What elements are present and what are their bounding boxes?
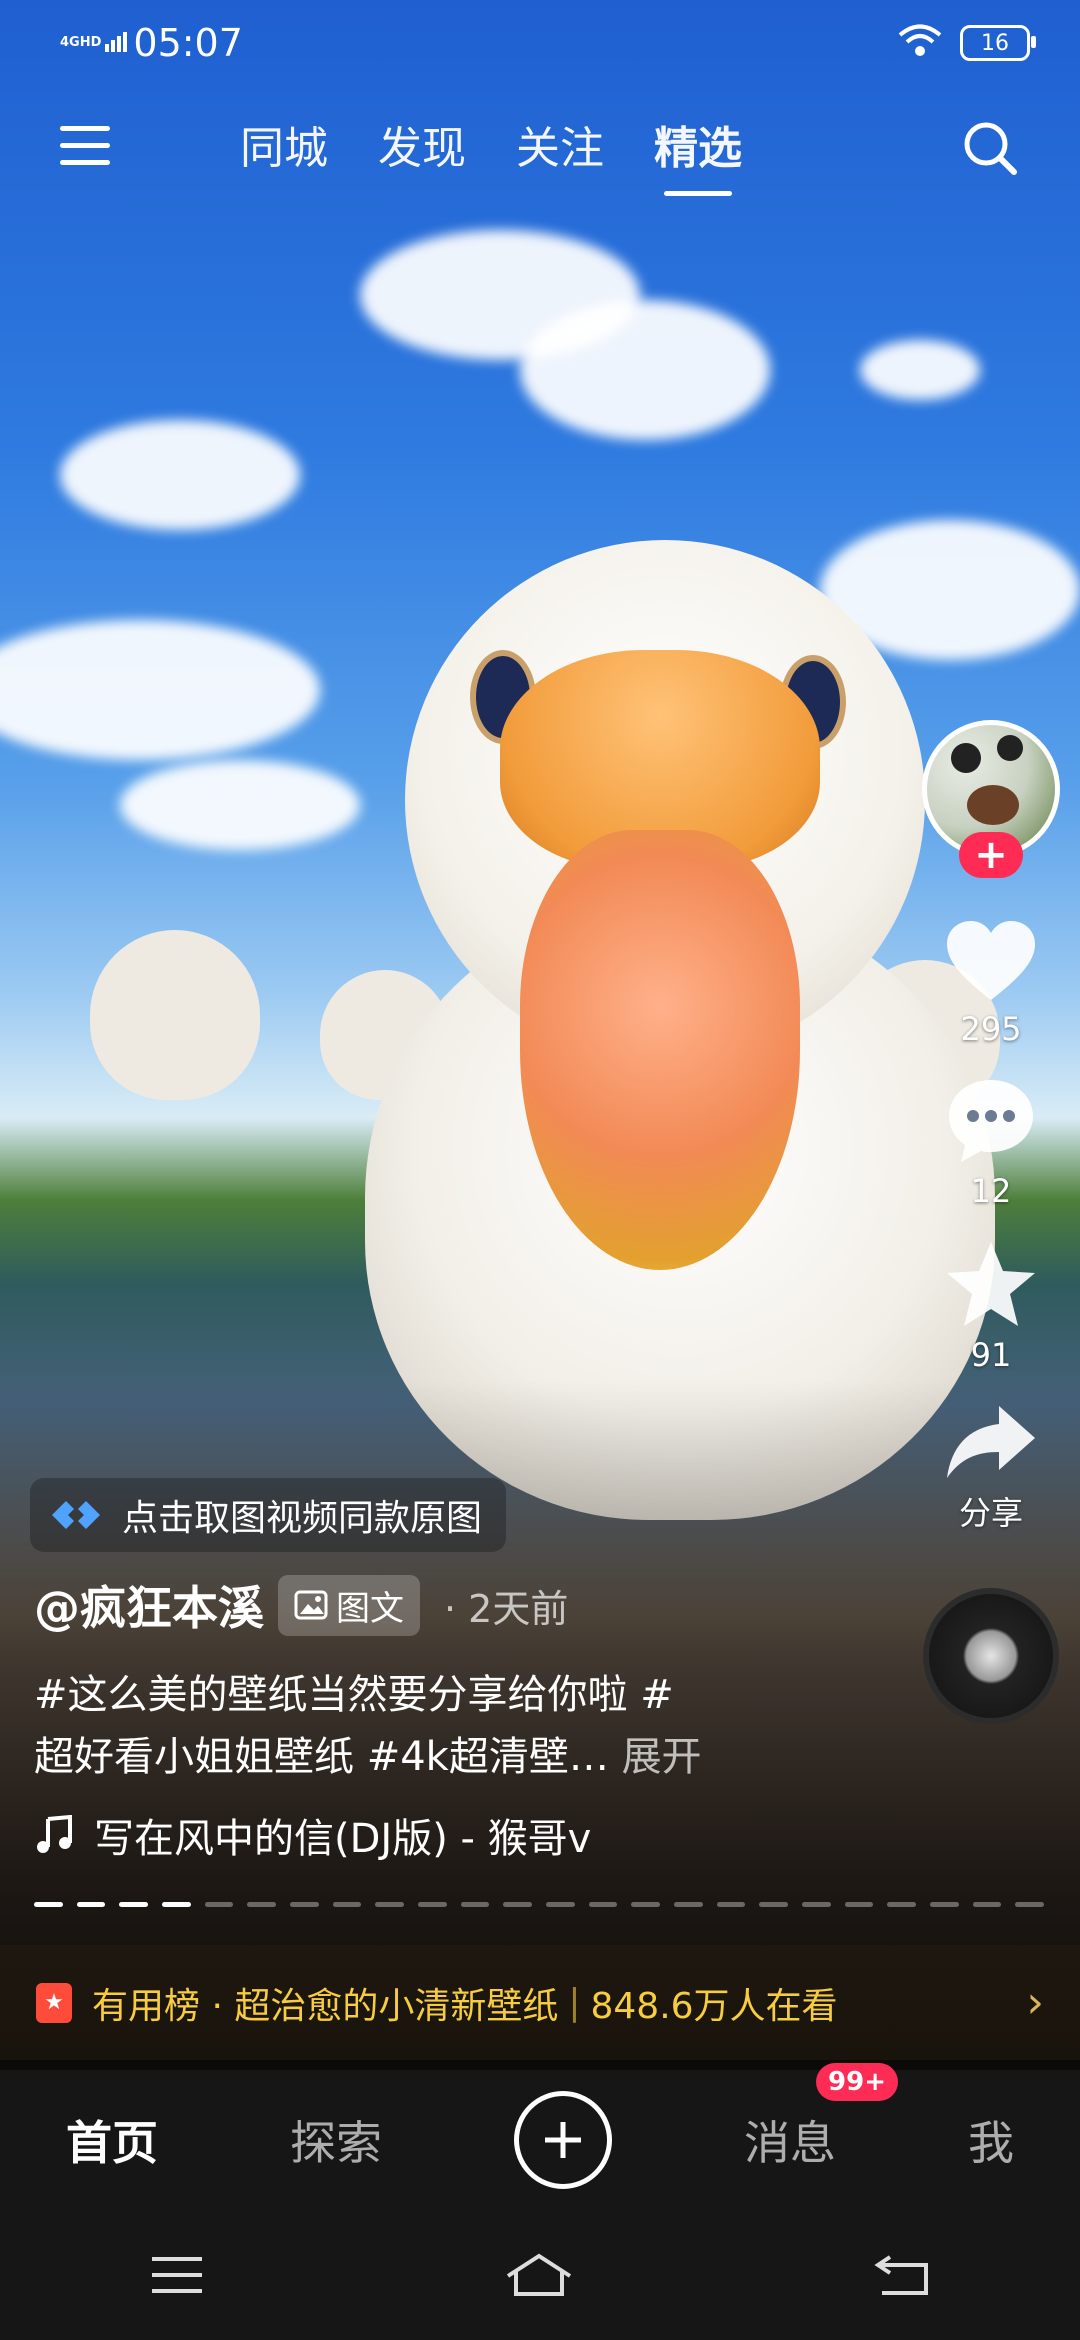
author-name[interactable]: @疯狂本溪 <box>34 1572 264 1638</box>
progress-segment <box>34 1902 63 1907</box>
link-icon <box>52 1501 100 1529</box>
network-indicator: 4GHD <box>60 35 102 50</box>
expand-button[interactable]: 展开 <box>622 1734 702 1780</box>
hot-list-title: 有用榜 · 超治愈的小清新壁纸 <box>92 1985 559 2027</box>
plus-icon <box>545 2122 581 2158</box>
description-line: #这么美的壁纸当然要分享给你啦 # <box>34 1672 674 1718</box>
tab-me[interactable]: 我 <box>968 2107 1014 2173</box>
progress-segment <box>204 1902 234 1907</box>
post-time: · 2天前 <box>444 1586 569 1631</box>
chevron-right-icon: › <box>1026 1977 1044 2028</box>
progress-segment <box>844 1902 874 1907</box>
cloud <box>860 340 980 400</box>
progress-segment <box>588 1902 618 1907</box>
progress-segment <box>631 1902 661 1907</box>
comment-icon <box>949 1080 1033 1162</box>
tab-nearby[interactable]: 同城 <box>240 112 328 176</box>
music-title: 写在风中的信(DJ版) - 猴哥v <box>94 1816 592 1862</box>
like-count: 295 <box>960 1010 1022 1048</box>
top-tabs: 同城 发现 关注 精选 <box>240 112 742 196</box>
plus-icon: + <box>974 832 1008 878</box>
share-button[interactable]: 分享 <box>943 1402 1039 1534</box>
post-description[interactable]: #这么美的壁纸当然要分享给你啦 # 超好看小姐姐壁纸 #4k超清壁… 展开 <box>34 1664 794 1788</box>
comment-button[interactable]: 12 <box>943 1076 1039 1210</box>
like-button[interactable]: 295 <box>943 918 1039 1048</box>
bottom-tab-bar: 首页 探索 消息 99+ 我 <box>0 2063 1080 2210</box>
tab-featured[interactable]: 精选 <box>654 112 742 196</box>
progress-segment <box>247 1902 277 1907</box>
progress-segment <box>674 1902 703 1907</box>
progress-segment <box>418 1902 447 1907</box>
recents-icon[interactable] <box>150 2255 204 2295</box>
signal-icon <box>105 30 128 56</box>
wifi-icon <box>898 24 942 62</box>
home-icon[interactable] <box>504 2252 574 2298</box>
author-row: @疯狂本溪 图文 · 2天前 <box>34 1572 568 1638</box>
progress-segment <box>290 1902 319 1907</box>
create-post-button[interactable] <box>514 2091 612 2189</box>
progress-segment <box>887 1902 917 1907</box>
post-type-chip: 图文 <box>278 1574 420 1636</box>
divider: | <box>568 1982 581 2023</box>
progress-segment <box>375 1902 405 1907</box>
tab-messages[interactable]: 消息 99+ <box>744 2063 898 2173</box>
viewer-count: 848.6万人在看 <box>590 1985 838 2027</box>
image-progress <box>34 1902 1045 1908</box>
action-column: + 295 12 91 分享 <box>916 720 1066 1724</box>
menu-icon[interactable] <box>60 126 110 166</box>
cloud <box>120 760 360 850</box>
unread-badge: 99+ <box>816 2063 898 2101</box>
progress-segment <box>802 1902 831 1907</box>
progress-segment <box>460 1902 490 1907</box>
status-bar: 4GHD 05:07 16 <box>60 18 1036 68</box>
favorite-count: 91 <box>970 1336 1012 1374</box>
share-label: 分享 <box>958 1494 1023 1532</box>
progress-segment <box>119 1902 149 1907</box>
progress-segment <box>546 1902 575 1907</box>
progress-segment <box>162 1902 191 1907</box>
progress-segment <box>930 1902 959 1907</box>
music-note-icon <box>37 1815 72 1853</box>
promo-text: 点击取图视频同款原图 <box>122 1498 483 1539</box>
progress-segment <box>332 1902 362 1907</box>
tab-home[interactable]: 首页 <box>66 2107 158 2173</box>
tab-explore[interactable]: 探索 <box>290 2107 382 2173</box>
cloud <box>60 420 300 530</box>
comment-count: 12 <box>970 1172 1012 1210</box>
cloud <box>520 300 770 440</box>
progress-segment <box>1015 1902 1045 1907</box>
tab-following[interactable]: 关注 <box>516 112 604 176</box>
search-icon[interactable] <box>960 118 1020 178</box>
progress-segment <box>716 1902 746 1907</box>
system-nav-bar <box>0 2210 1080 2340</box>
back-icon[interactable] <box>874 2253 930 2297</box>
battery-level: 16 <box>981 30 1009 56</box>
duck-mouth <box>520 830 800 1270</box>
star-icon <box>947 1242 1035 1326</box>
battery-icon: 16 <box>960 25 1036 61</box>
get-image-prompt[interactable]: 点击取图视频同款原图 <box>30 1478 507 1552</box>
follow-button[interactable]: + <box>959 832 1023 878</box>
post-type-label: 图文 <box>336 1588 404 1629</box>
progress-segment <box>76 1902 106 1907</box>
share-icon <box>947 1406 1035 1478</box>
progress-segment <box>759 1902 789 1907</box>
image-icon <box>294 1590 328 1620</box>
tab-messages-label: 消息 <box>744 2116 836 2170</box>
music-info[interactable]: 写在风中的信(DJ版) - 猴哥v <box>34 1806 591 1864</box>
progress-segment <box>503 1902 533 1907</box>
heart-icon <box>947 921 1035 1000</box>
music-disc[interactable] <box>923 1588 1059 1724</box>
cloud <box>0 620 320 760</box>
hot-list-icon: ★ <box>36 1982 72 2023</box>
tab-discover[interactable]: 发现 <box>378 112 466 176</box>
favorite-button[interactable]: 91 <box>943 1238 1039 1374</box>
top-nav: 同城 发现 关注 精选 <box>0 112 1080 202</box>
clock: 05:07 <box>133 21 243 65</box>
progress-segment <box>972 1902 1002 1907</box>
background-duck <box>90 930 260 1100</box>
description-line: 超好看小姐姐壁纸 #4k超清壁… <box>34 1734 609 1780</box>
hot-list-banner[interactable]: ★ 有用榜 · 超治愈的小清新壁纸 | 848.6万人在看 › <box>0 1945 1080 2060</box>
